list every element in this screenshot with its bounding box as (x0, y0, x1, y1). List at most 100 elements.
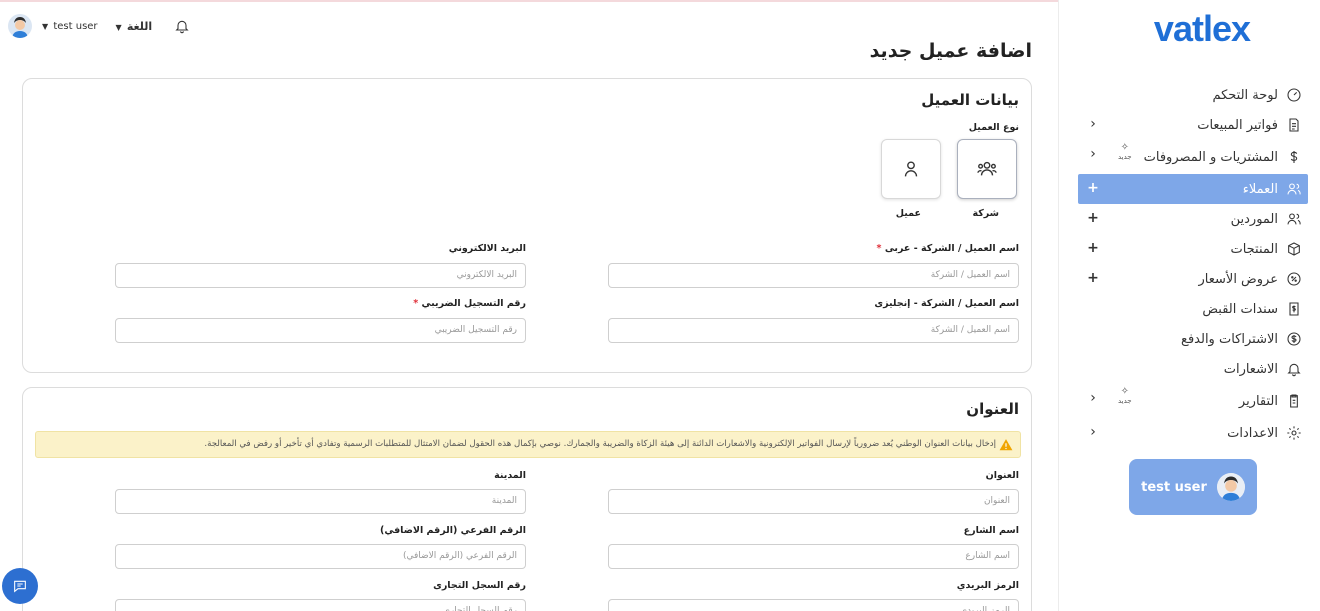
customer-type-label: نوع العميل (968, 122, 1019, 133)
sidebar-item-10[interactable]: التقارير ✧ جديد ‹ (1078, 384, 1308, 418)
box-icon (1286, 241, 1302, 257)
chevron-left-icon[interactable]: ‹ (1084, 424, 1102, 440)
chat-button[interactable] (2, 568, 38, 604)
group-icon (977, 161, 997, 176)
app-root: ▼ test user ▼ اللغة اضافة عميل جديد بيان… (0, 0, 1320, 611)
sidebar-item-label: فواتير المبيعات (1197, 117, 1278, 133)
tax-no-input[interactable]: رقم التسجيل الضريبي (115, 318, 526, 343)
street-input[interactable]: اسم الشارع (608, 544, 1019, 569)
bell-icon[interactable] (174, 18, 190, 34)
sidebar-item-11[interactable]: الاعدادات ‹ (1078, 418, 1308, 448)
tax-no-label: رقم التسجيل الضريبي * (413, 298, 526, 309)
sidebar-item-9[interactable]: الاشعارات (1078, 354, 1308, 384)
type-company-option[interactable] (957, 139, 1017, 199)
type-person-option[interactable] (881, 139, 941, 199)
email-label: البريد الالكتروني (448, 243, 526, 254)
dollar-icon (1286, 149, 1302, 165)
sidebar-item-4[interactable]: الموردين + (1078, 204, 1308, 234)
topbar: ▼ test user ▼ اللغة (8, 12, 190, 40)
name-en-label: اسم العميل / الشركة - إنجليزى (874, 298, 1019, 309)
sidebar-nav: لوحة التحكم فواتير المبيعات ‹ المشتريات و ا… (1078, 80, 1308, 448)
type-person-label: عميل (895, 208, 921, 219)
sub-no-input[interactable]: الرقم الفرعي (الرقم الاضافي) (115, 544, 526, 569)
add-icon[interactable]: + (1084, 210, 1102, 226)
sidebar-item-label: المنتجات (1230, 241, 1278, 257)
sidebar: vatlex لوحة التحكم فواتير المبيعات ‹ المشتر… (1058, 0, 1320, 611)
gauge-icon (1286, 87, 1302, 103)
new-badge: ✧ جديد (1118, 143, 1132, 162)
warning-icon (999, 439, 1013, 451)
city-input[interactable]: المدينة (115, 489, 526, 514)
sidebar-item-8[interactable]: الاشتراكات والدفع (1078, 324, 1308, 354)
receipt-icon (1286, 301, 1302, 317)
users-icon (1286, 181, 1302, 197)
name-en-input[interactable]: اسم العميل / الشركة (608, 318, 1019, 343)
sparkle-icon: ✧ (1120, 386, 1129, 397)
postal-input[interactable]: الرمز البريدي (608, 599, 1019, 611)
sidebar-item-label: المشتريات و المصروفات (1143, 149, 1278, 165)
new-badge: ✧ جديد (1118, 387, 1132, 406)
caret-down-icon: ▼ (115, 22, 122, 32)
sidebar-user-card[interactable]: test user (1129, 459, 1257, 515)
caret-down-icon: ▼ (42, 21, 49, 31)
customer-section-title: بيانات العميل (921, 91, 1019, 109)
name-ar-label-text: اسم العميل / الشركة - عربى (884, 243, 1019, 254)
person-icon (904, 161, 918, 177)
city-label: المدينة (494, 470, 526, 481)
name-ar-input[interactable]: اسم العميل / الشركة (608, 263, 1019, 288)
add-icon[interactable]: + (1084, 270, 1102, 286)
add-icon[interactable]: + (1084, 240, 1102, 256)
email-input[interactable]: البريد الالكتروني (115, 263, 526, 288)
required-mark: * (876, 243, 882, 254)
address-section-title: العنوان (966, 400, 1019, 418)
user-avatar[interactable] (8, 14, 32, 38)
sub-no-label: الرقم الفرعي (الرقم الاضافي) (380, 525, 526, 536)
users-icon (1286, 211, 1302, 227)
sidebar-item-label: الاشتراكات والدفع (1181, 331, 1278, 347)
sidebar-item-6[interactable]: عروض الأسعار + (1078, 264, 1308, 294)
street-label: اسم الشارع (963, 525, 1019, 536)
bell-icon (1286, 361, 1302, 377)
user-name: test user (53, 20, 98, 32)
sidebar-item-0[interactable]: لوحة التحكم (1078, 80, 1308, 110)
new-badge-text: جديد (1118, 153, 1132, 161)
sidebar-item-5[interactable]: المنتجات + (1078, 234, 1308, 264)
postal-label: الرمز البريدي (956, 580, 1019, 591)
brand-logo[interactable]: vatlex (1154, 8, 1251, 50)
address-label: العنوان (985, 470, 1019, 481)
cr-no-input[interactable]: رقم السجل التجاري (115, 599, 526, 611)
sidebar-item-2[interactable]: المشتريات و المصروفات ✧ جديد ‹ (1078, 140, 1308, 174)
sidebar-item-1[interactable]: فواتير المبيعات ‹ (1078, 110, 1308, 140)
language-label: اللغة (126, 19, 153, 33)
gear-icon (1286, 425, 1302, 441)
chat-icon (14, 580, 26, 593)
user-menu[interactable]: ▼ test user (42, 21, 98, 32)
clipboard-icon (1286, 393, 1302, 409)
user-avatar (1216, 473, 1245, 501)
tax-no-label-text: رقم التسجيل الضريبي (421, 298, 526, 309)
sidebar-item-label: الموردين (1230, 211, 1278, 227)
sparkle-icon: ✧ (1120, 142, 1129, 153)
sidebar-user-name: test user (1141, 479, 1207, 495)
address-card: العنوان إدخال بيانات العنوان الوطني يُعد… (22, 387, 1032, 611)
chevron-left-icon[interactable]: ‹ (1084, 390, 1102, 406)
coin-icon (1286, 331, 1302, 347)
address-input[interactable]: العنوان (608, 489, 1019, 514)
type-company-label: شركة (972, 208, 999, 219)
name-ar-label: اسم العميل / الشركة - عربى * (877, 243, 1019, 254)
invoice-icon (1286, 117, 1302, 133)
sidebar-item-label: العملاء (1242, 181, 1278, 197)
new-badge-text: جديد (1118, 397, 1132, 405)
sidebar-item-label: لوحة التحكم (1212, 87, 1278, 103)
sidebar-item-label: سندات القبض (1202, 301, 1278, 317)
address-alert-text: إدخال بيانات العنوان الوطني يُعد ضرورياً… (204, 439, 996, 449)
add-icon[interactable]: + (1084, 180, 1102, 196)
chevron-left-icon[interactable]: ‹ (1084, 146, 1102, 162)
sidebar-item-7[interactable]: سندات القبض (1078, 294, 1308, 324)
sidebar-item-3[interactable]: العملاء + (1078, 174, 1308, 204)
sidebar-item-label: التقارير (1238, 393, 1278, 409)
sidebar-item-label: الاشعارات (1223, 361, 1278, 377)
required-mark: * (413, 298, 419, 309)
language-menu[interactable]: ▼ اللغة (116, 20, 153, 33)
chevron-left-icon[interactable]: ‹ (1084, 116, 1102, 132)
